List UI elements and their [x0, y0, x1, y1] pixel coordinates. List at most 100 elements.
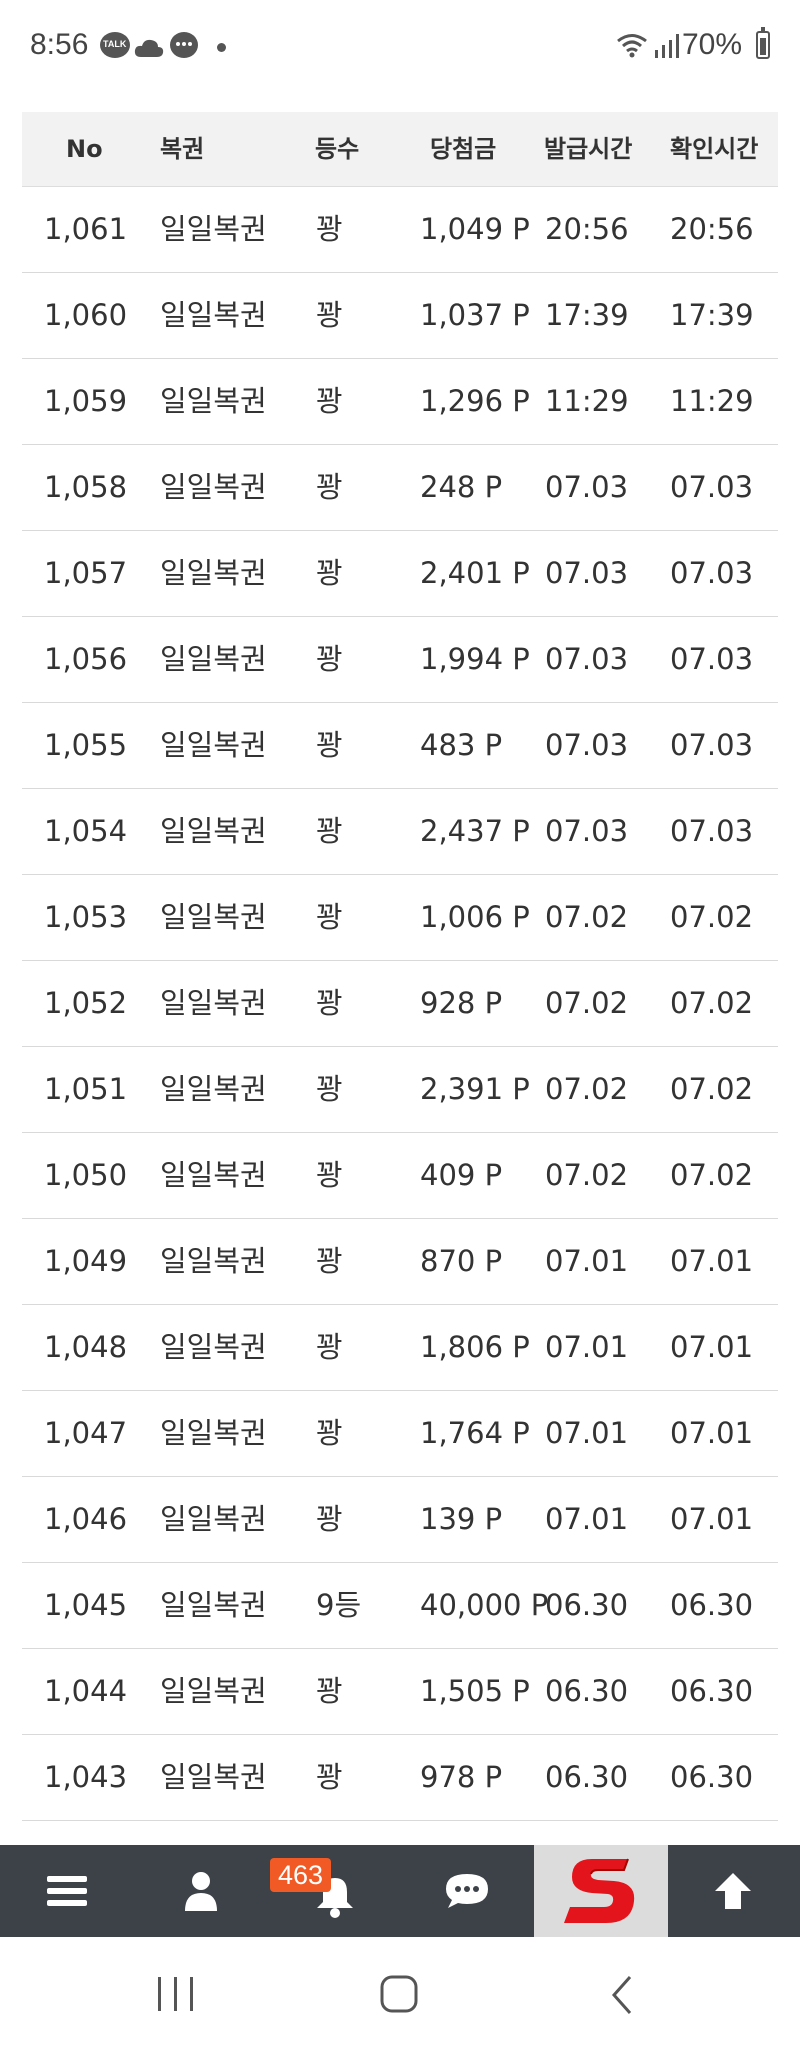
table-row[interactable]: 1,044 일일복권 꽝 1,505 P 06.30 06.30: [22, 1649, 778, 1735]
cell-lottery: 일일복권: [160, 1244, 267, 1278]
table-row[interactable]: 1,042 일일복권 꽝 1,490 P 06.30 06.30: [22, 1821, 778, 1845]
arrow-up-icon: [715, 1873, 751, 1909]
cell-prize: 928 P: [420, 986, 503, 1020]
cell-no: 1,044: [44, 1674, 128, 1708]
cell-lottery: 일일복권: [160, 642, 267, 676]
cell-lottery: 일일복권: [160, 1760, 267, 1794]
table-row[interactable]: 1,059 일일복권 꽝 1,296 P 11:29 11:29: [22, 359, 778, 445]
cell-grade: 꽝: [316, 556, 343, 590]
cell-grade: 꽝: [316, 728, 343, 762]
cell-issued-time: 06.30: [545, 1760, 629, 1794]
cell-prize: 2,401 P: [420, 556, 530, 590]
cell-prize: 1,994 P: [420, 642, 530, 676]
cell-lottery: 일일복권: [160, 556, 267, 590]
table-row[interactable]: 1,054 일일복권 꽝 2,437 P 07.03 07.03: [22, 789, 778, 875]
bottom-nav: 463: [0, 1845, 800, 1937]
cell-checked-time: 07.01: [670, 1244, 754, 1278]
site-logo-button[interactable]: [534, 1845, 668, 1937]
header-lottery[interactable]: 복권: [160, 112, 204, 186]
back-icon[interactable]: [610, 1975, 634, 2015]
table-row[interactable]: 1,045 일일복권 9등 40,000 P 06.30 06.30: [22, 1563, 778, 1649]
cell-prize: 483 P: [420, 728, 503, 762]
cell-lottery: 일일복권: [160, 1588, 267, 1622]
menu-button[interactable]: [2, 1845, 132, 1937]
cell-lottery: 일일복권: [160, 986, 267, 1020]
cell-lottery: 일일복권: [160, 1330, 267, 1364]
recents-icon[interactable]: [156, 1977, 196, 2011]
status-bar: 8:56 TALK 70%: [0, 0, 800, 96]
cell-issued-time: 07.01: [545, 1416, 629, 1450]
cell-prize: 2,391 P: [420, 1072, 530, 1106]
cell-grade: 꽝: [316, 212, 343, 246]
cell-checked-time: 07.02: [670, 1072, 754, 1106]
cell-lottery: 일일복권: [160, 212, 267, 246]
cell-checked-time: 06.30: [670, 1821, 753, 1845]
cell-no: 1,061: [44, 212, 128, 246]
cell-lottery: 일일복권: [160, 1158, 267, 1192]
cell-no: 1,060: [44, 298, 128, 332]
table-row[interactable]: 1,052 일일복권 꽝 928 P 07.02 07.02: [22, 961, 778, 1047]
header-checked-time[interactable]: 확인시간: [670, 112, 758, 186]
cell-checked-time: 07.01: [670, 1416, 754, 1450]
cell-grade: 꽝: [316, 986, 343, 1020]
cell-issued-time: 07.03: [545, 470, 629, 504]
cell-checked-time: 07.03: [670, 642, 754, 676]
dot-icon: [217, 43, 226, 52]
cell-prize: 409 P: [420, 1158, 503, 1192]
table-row[interactable]: 1,049 일일복권 꽝 870 P 07.01 07.01: [22, 1219, 778, 1305]
wifi-icon: [617, 34, 647, 58]
cell-issued-time: 07.03: [545, 814, 629, 848]
table-row[interactable]: 1,050 일일복권 꽝 409 P 07.02 07.02: [22, 1133, 778, 1219]
cell-lottery: 일일복권: [160, 384, 267, 418]
scroll-top-button[interactable]: [668, 1845, 798, 1937]
header-grade[interactable]: 등수: [315, 112, 359, 186]
cell-grade: 꽝: [316, 298, 343, 332]
table-row[interactable]: 1,058 일일복권 꽝 248 P 07.03 07.03: [22, 445, 778, 531]
cell-grade: 꽝: [316, 1072, 343, 1106]
cell-lottery: 일일복권: [160, 1821, 267, 1845]
header-no[interactable]: No: [66, 112, 103, 186]
cell-checked-time: 11:29: [670, 384, 754, 418]
home-icon[interactable]: [380, 1975, 418, 2013]
cell-prize: 1,764 P: [420, 1416, 530, 1450]
chat-button[interactable]: [402, 1845, 532, 1937]
cell-checked-time: 20:56: [670, 212, 754, 246]
cell-issued-time: 06.30: [545, 1674, 629, 1708]
user-button[interactable]: [136, 1845, 266, 1937]
cell-no: 1,051: [44, 1072, 128, 1106]
table-row[interactable]: 1,043 일일복권 꽝 978 P 06.30 06.30: [22, 1735, 778, 1821]
cell-no: 1,056: [44, 642, 128, 676]
table-row[interactable]: 1,060 일일복권 꽝 1,037 P 17:39 17:39: [22, 273, 778, 359]
cell-issued-time: 11:29: [545, 384, 629, 418]
cell-no: 1,053: [44, 900, 128, 934]
header-prize[interactable]: 당첨금: [430, 112, 496, 186]
table-row[interactable]: 1,061 일일복권 꽝 1,049 P 20:56 20:56: [22, 187, 778, 273]
table-row[interactable]: 1,056 일일복권 꽝 1,994 P 07.03 07.03: [22, 617, 778, 703]
cell-prize: 870 P: [420, 1244, 503, 1278]
table-row[interactable]: 1,046 일일복권 꽝 139 P 07.01 07.01: [22, 1477, 778, 1563]
cell-prize: 978 P: [420, 1760, 503, 1794]
table-row[interactable]: 1,055 일일복권 꽝 483 P 07.03 07.03: [22, 703, 778, 789]
table-row[interactable]: 1,047 일일복권 꽝 1,764 P 07.01 07.01: [22, 1391, 778, 1477]
cell-issued-time: 07.03: [545, 728, 629, 762]
table-body: 1,061 일일복권 꽝 1,049 P 20:56 20:56 1,060 일일복권 꽝 1,0…: [22, 187, 778, 1845]
cell-prize: 40,000 P: [420, 1588, 549, 1622]
cell-no: 1,055: [44, 728, 128, 762]
table-header: No 복권 등수 당첨금 발급시간 확인시간: [22, 112, 778, 187]
cell-issued-time: 07.02: [545, 1072, 629, 1106]
header-issued-time[interactable]: 발급시간: [544, 112, 632, 186]
cell-grade: 꽝: [316, 1330, 343, 1364]
system-nav-bar: [0, 1937, 800, 2050]
table-row[interactable]: 1,048 일일복권 꽝 1,806 P 07.01 07.01: [22, 1305, 778, 1391]
table-row[interactable]: 1,057 일일복권 꽝 2,401 P 07.03 07.03: [22, 531, 778, 617]
table-row[interactable]: 1,051 일일복권 꽝 2,391 P 07.02 07.02: [22, 1047, 778, 1133]
cloud-icon: [134, 39, 164, 57]
cell-no: 1,058: [44, 470, 128, 504]
cell-prize: 1,037 P: [420, 298, 530, 332]
battery-icon: [756, 27, 770, 59]
cell-issued-time: 07.02: [545, 900, 629, 934]
cell-prize: 248 P: [420, 470, 503, 504]
table-row[interactable]: 1,053 일일복권 꽝 1,006 P 07.02 07.02: [22, 875, 778, 961]
cell-prize: 1,490 P: [420, 1821, 530, 1845]
cell-issued-time: 07.01: [545, 1244, 629, 1278]
